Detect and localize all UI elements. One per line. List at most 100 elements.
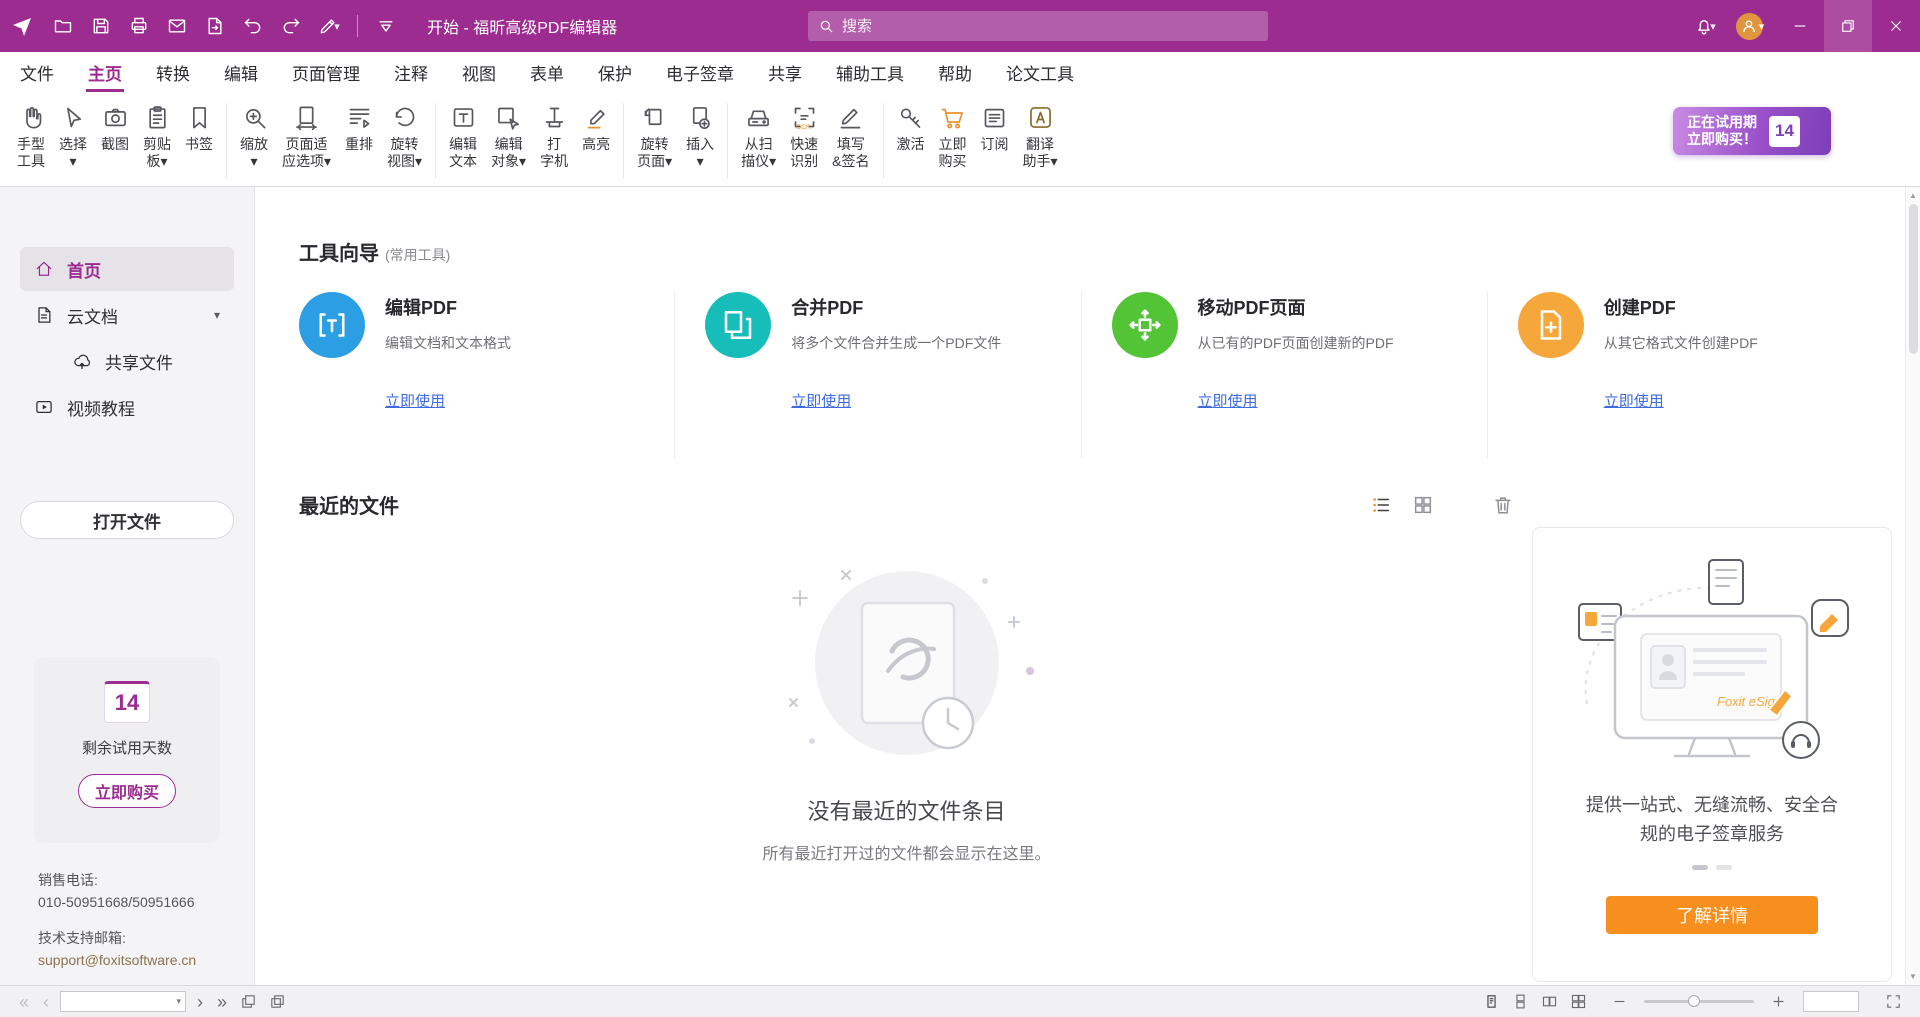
- search-input[interactable]: [842, 18, 1258, 35]
- chevron-down-icon[interactable]: ▾: [214, 308, 220, 322]
- continuous-facing-view-icon[interactable]: [1570, 993, 1587, 1010]
- next-page-button[interactable]: ›: [190, 993, 210, 1011]
- notifications-button[interactable]: ▾: [1686, 6, 1724, 46]
- close-button[interactable]: [1872, 0, 1920, 52]
- menu-accessibility[interactable]: 辅助工具: [836, 52, 904, 92]
- list-view-button[interactable]: [1370, 494, 1392, 516]
- trial-period-badge[interactable]: 正在试用期 立即购买！ 14: [1673, 107, 1831, 155]
- ribbon-tool-scanner[interactable]: 从扫描仪▾: [734, 101, 783, 173]
- ribbon-tool-ocr[interactable]: 快速识别: [783, 101, 825, 173]
- zoom-in-button[interactable]: [1770, 993, 1787, 1010]
- menu-convert[interactable]: 转换: [156, 52, 190, 92]
- ribbon-tool-subscribe[interactable]: 订阅: [974, 101, 1016, 156]
- zoom-slider-thumb[interactable]: [1688, 995, 1700, 1007]
- next-view-icon[interactable]: [269, 993, 286, 1010]
- foxit-logo-icon: [10, 14, 34, 38]
- open-file-button[interactable]: 打开文件: [20, 501, 234, 539]
- menu-view[interactable]: 视图: [462, 52, 496, 92]
- zoom-out-button[interactable]: [1611, 993, 1628, 1010]
- ribbon-tool-edit-text[interactable]: 编辑文本: [442, 101, 484, 173]
- select-cursor-icon: [60, 104, 87, 131]
- menu-comment[interactable]: 注释: [394, 52, 428, 92]
- menu-home[interactable]: 主页: [88, 52, 122, 92]
- previous-view-icon[interactable]: [240, 993, 257, 1010]
- menu-form[interactable]: 表单: [530, 52, 564, 92]
- buy-now-button[interactable]: 立即购买: [78, 774, 176, 808]
- grid-view-button[interactable]: [1412, 494, 1434, 516]
- email-quick-button[interactable]: [158, 6, 196, 46]
- fullscreen-icon[interactable]: [1885, 993, 1902, 1010]
- undo-button[interactable]: [234, 6, 272, 46]
- zoom-percent-input[interactable]: [1804, 995, 1858, 1009]
- scrollbar-thumb[interactable]: [1909, 204, 1918, 354]
- export-quick-button[interactable]: [196, 6, 234, 46]
- ribbon-tool-reflow[interactable]: 重排: [338, 101, 380, 156]
- ribbon-tool-rotate-page[interactable]: 旋转页面▾: [630, 101, 679, 173]
- zoom-slider[interactable]: [1644, 1000, 1754, 1003]
- ribbon-tool-select[interactable]: 选择▾: [52, 101, 94, 173]
- ribbon-tool-clipboard[interactable]: 剪贴板▾: [136, 101, 178, 173]
- ribbon-tool-buy-now[interactable]: 立即购买: [932, 101, 974, 173]
- facing-view-icon[interactable]: [1541, 993, 1558, 1010]
- last-page-button[interactable]: »: [210, 993, 234, 1011]
- sidebar-item-home[interactable]: 首页: [20, 247, 234, 291]
- sidebar-item-shared-files[interactable]: 共享文件: [20, 339, 234, 383]
- minimize-button[interactable]: [1776, 0, 1824, 52]
- menu-share[interactable]: 共享: [768, 52, 802, 92]
- ribbon-tool-bookmark[interactable]: 书签: [178, 101, 220, 156]
- menu-page-management[interactable]: 页面管理: [292, 52, 360, 92]
- carousel-dot-1[interactable]: [1692, 865, 1708, 870]
- use-now-link[interactable]: 立即使用: [385, 390, 445, 411]
- account-button[interactable]: ▾: [1724, 6, 1776, 46]
- learn-more-button[interactable]: 了解详情: [1606, 896, 1818, 934]
- page-number-input[interactable]: [61, 994, 176, 1009]
- support-email-link[interactable]: support@foxitsoftware.cn: [38, 949, 196, 971]
- ribbon-tool-highlight[interactable]: 高亮: [575, 101, 617, 156]
- redo-button[interactable]: [272, 6, 310, 46]
- minimize-icon: [1791, 17, 1809, 35]
- clear-recent-button[interactable]: [1492, 494, 1514, 516]
- ribbon-tool-rotate-view[interactable]: 旋转视图▾: [380, 101, 429, 173]
- single-page-view-icon[interactable]: [1483, 993, 1500, 1010]
- open-file-quick-button[interactable]: [44, 6, 82, 46]
- contact-info: 销售电话: 010-50951668/50951666 技术支持邮箱: supp…: [38, 869, 196, 971]
- sidebar-item-cloud-docs[interactable]: 云文档 ▾: [20, 293, 234, 337]
- global-search-box[interactable]: [808, 11, 1268, 41]
- ribbon-tool-activate[interactable]: 激活: [890, 101, 932, 156]
- app-menu-button[interactable]: [0, 0, 44, 52]
- ribbon-tool-fit-page[interactable]: 页面适应选项▾: [275, 101, 338, 173]
- customize-toolbar-button[interactable]: [367, 6, 405, 46]
- use-now-link[interactable]: 立即使用: [791, 390, 851, 411]
- scroll-down-arrow[interactable]: ▼: [1909, 968, 1917, 985]
- use-now-link[interactable]: 立即使用: [1198, 390, 1258, 411]
- ribbon-tool-snapshot[interactable]: 截图: [94, 101, 136, 156]
- zoom-percent-box[interactable]: [1803, 991, 1859, 1012]
- continuous-view-icon[interactable]: [1512, 993, 1529, 1010]
- ribbon-tool-typewriter[interactable]: 打字机: [533, 101, 575, 173]
- scroll-up-arrow[interactable]: ▲: [1909, 187, 1917, 204]
- menu-paper-tools[interactable]: 论文工具: [1006, 52, 1074, 92]
- use-now-link[interactable]: 立即使用: [1604, 390, 1664, 411]
- print-quick-button[interactable]: [120, 6, 158, 46]
- ribbon-tool-edit-object[interactable]: 编辑对象▾: [484, 101, 533, 173]
- ribbon-tool-hand[interactable]: 手型工具: [10, 101, 52, 173]
- carousel-dot-2[interactable]: [1716, 865, 1732, 870]
- prev-page-button[interactable]: ‹: [36, 993, 56, 1011]
- menu-esign[interactable]: 电子签章: [666, 52, 734, 92]
- menu-file[interactable]: 文件: [20, 52, 54, 92]
- ribbon-tool-zoom[interactable]: 缩放▾: [233, 101, 275, 173]
- page-number-box[interactable]: ▾: [60, 991, 186, 1012]
- chevron-down-icon[interactable]: ▾: [176, 996, 185, 1007]
- save-quick-button[interactable]: [82, 6, 120, 46]
- menu-help[interactable]: 帮助: [938, 52, 972, 92]
- ribbon-tool-insert-page[interactable]: 插入▾: [679, 101, 721, 173]
- ribbon-tool-fill-sign[interactable]: 填写&签名: [825, 101, 876, 173]
- menu-edit[interactable]: 编辑: [224, 52, 258, 92]
- ribbon-tool-translate[interactable]: 翻译助手▾: [1016, 101, 1065, 173]
- scrollbar[interactable]: ▲ ▼: [1905, 187, 1920, 985]
- first-page-button[interactable]: «: [12, 993, 36, 1011]
- sidebar-item-video-tutorials[interactable]: 视频教程: [20, 385, 234, 429]
- restore-window-button[interactable]: [1824, 0, 1872, 52]
- menu-protect[interactable]: 保护: [598, 52, 632, 92]
- sign-quick-button[interactable]: ▾: [310, 6, 348, 46]
